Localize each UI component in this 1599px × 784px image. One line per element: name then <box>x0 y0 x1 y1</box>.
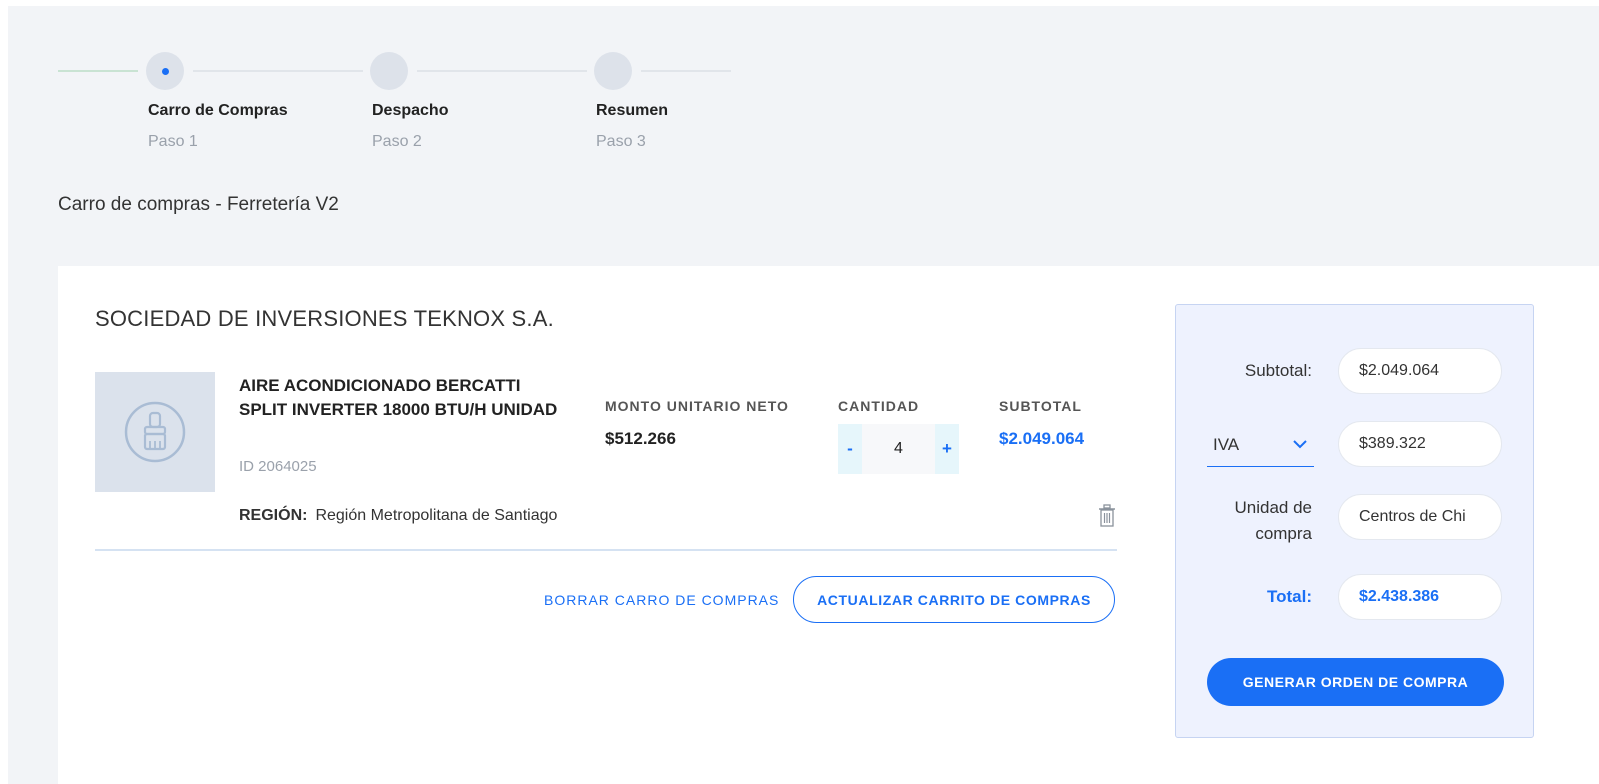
clear-cart-button[interactable]: BORRAR CARRO DE COMPRAS <box>544 592 779 608</box>
page-title: Carro de compras - Ferretería V2 <box>58 194 339 215</box>
stepper-line <box>58 70 138 72</box>
unit-price-header: MONTO UNITARIO NETO <box>605 398 789 414</box>
tax-select[interactable]: IVA <box>1207 425 1314 467</box>
trash-icon <box>1099 504 1115 527</box>
total-label: Total: <box>1266 587 1312 606</box>
company-name: SOCIEDAD DE INVERSIONES TEKNOX S.A. <box>95 306 554 331</box>
purchase-unit-label-line2: compra <box>1255 524 1312 543</box>
paint-brush-icon <box>124 401 186 463</box>
step-3-dot[interactable] <box>594 52 632 90</box>
product-image[interactable] <box>95 372 215 492</box>
chevron-down-icon <box>1293 440 1307 449</box>
product-name[interactable]: AIRE ACONDICIONADO BERCATTI SPLIT INVERT… <box>239 374 559 422</box>
subtotal-label: Subtotal: <box>1244 361 1312 380</box>
step-2-title: Despacho <box>372 102 449 119</box>
purchase-unit-label: Unidad de compra <box>1234 495 1312 547</box>
step-3-subtitle: Paso 3 <box>596 133 646 150</box>
generate-order-button[interactable]: GENERAR ORDEN DE COMPRA <box>1207 658 1504 706</box>
region-label: REGIÓN: <box>239 507 308 524</box>
increment-button[interactable]: + <box>935 424 959 474</box>
subtotal-header: SUBTOTAL <box>999 398 1082 414</box>
quantity-header: CANTIDAD <box>838 398 920 414</box>
purchase-unit-label-line1: Unidad de <box>1234 498 1312 517</box>
decrement-button[interactable]: - <box>838 424 862 474</box>
stepper-line <box>641 70 731 72</box>
region-row: REGIÓN: Región Metropolitana de Santiago <box>239 507 557 525</box>
divider <box>95 549 1117 551</box>
purchase-unit-field[interactable]: Centros de Chi <box>1338 494 1502 540</box>
update-cart-button[interactable]: ACTUALIZAR CARRITO DE COMPRAS <box>793 576 1115 623</box>
delete-item-button[interactable] <box>1098 504 1116 533</box>
tax-select-value: IVA <box>1213 435 1240 454</box>
total-field: $2.438.386 <box>1338 574 1502 620</box>
stepper-line <box>193 70 363 72</box>
step-3-title: Resumen <box>596 102 669 119</box>
subtotal-field: $2.049.064 <box>1338 348 1502 394</box>
step-1-title: Carro de Compras <box>148 102 288 119</box>
unit-price-value: $512.266 <box>605 429 676 448</box>
quantity-stepper: - 4 + <box>838 424 959 474</box>
product-id: ID 2064025 <box>239 458 317 475</box>
tax-field: $389.322 <box>1338 421 1502 467</box>
quantity-input[interactable]: 4 <box>862 424 935 474</box>
region-value: Región Metropolitana de Santiago <box>315 507 558 524</box>
step-2-dot[interactable] <box>370 52 408 90</box>
step-1-dot[interactable] <box>146 52 184 90</box>
item-subtotal-value: $2.049.064 <box>999 429 1085 448</box>
step-2-subtitle: Paso 2 <box>372 133 422 150</box>
stepper-line <box>417 70 587 72</box>
order-summary-panel: Subtotal: $2.049.064 IVA $389.322 Unidad… <box>1175 304 1534 738</box>
step-1-subtitle: Paso 1 <box>148 133 198 150</box>
